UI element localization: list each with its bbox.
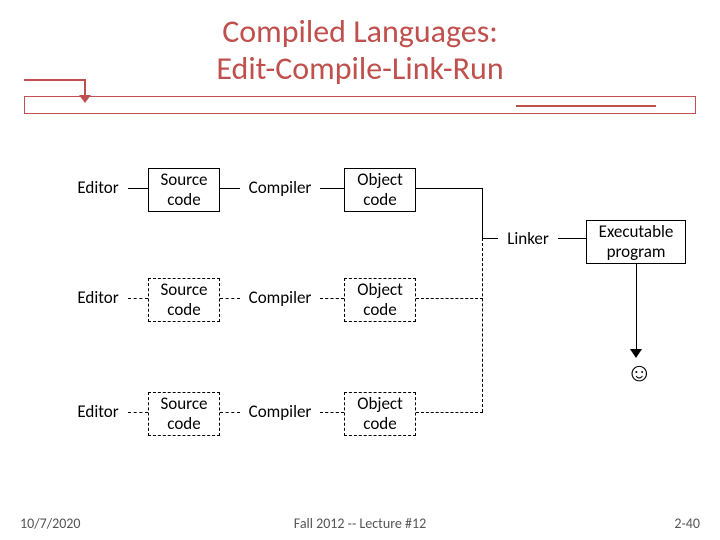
connector xyxy=(220,298,240,299)
connector xyxy=(320,188,344,189)
connector xyxy=(320,412,344,413)
connector xyxy=(320,298,344,299)
title-line-1: Compiled Languages: xyxy=(222,12,498,51)
title-line-2: Edit-Compile-Link-Run xyxy=(216,49,503,88)
editor-label-1: Editor xyxy=(68,168,128,208)
executable-box: Executable program xyxy=(586,220,686,264)
compiler-label-2: Compiler xyxy=(240,278,320,318)
connector xyxy=(636,264,637,350)
connector xyxy=(416,188,483,189)
connector xyxy=(482,188,483,238)
compiler-label-1: Compiler xyxy=(240,168,320,208)
connector xyxy=(482,238,498,239)
smiley-icon: ☺ xyxy=(626,356,653,388)
connector xyxy=(558,238,586,239)
editor-label-2: Editor xyxy=(68,278,128,318)
connector xyxy=(128,412,148,413)
editor-label-3: Editor xyxy=(68,392,128,432)
linker-label: Linker xyxy=(498,224,558,254)
footer-lecture: Fall 2012 -- Lecture #12 xyxy=(0,515,720,532)
slide-title: Compiled Languages: Edit-Compile-Link-Ru… xyxy=(0,0,720,88)
footer-page-number: 2-40 xyxy=(674,515,700,532)
compiler-label-3: Compiler xyxy=(240,392,320,432)
connector xyxy=(128,188,148,189)
object-code-box-2: Object code xyxy=(344,278,416,322)
object-code-box-1: Object code xyxy=(344,168,416,212)
connector xyxy=(220,188,240,189)
title-inbound-arrow xyxy=(24,79,94,105)
connector xyxy=(416,298,483,299)
source-code-box-2: Source code xyxy=(148,278,220,322)
title-outbound-line xyxy=(516,105,656,107)
source-code-box-3: Source code xyxy=(148,392,220,436)
object-code-box-3: Object code xyxy=(344,392,416,436)
connector xyxy=(128,298,148,299)
connector xyxy=(482,238,483,412)
connector xyxy=(416,412,483,413)
source-code-box-1: Source code xyxy=(148,168,220,212)
connector xyxy=(220,412,240,413)
